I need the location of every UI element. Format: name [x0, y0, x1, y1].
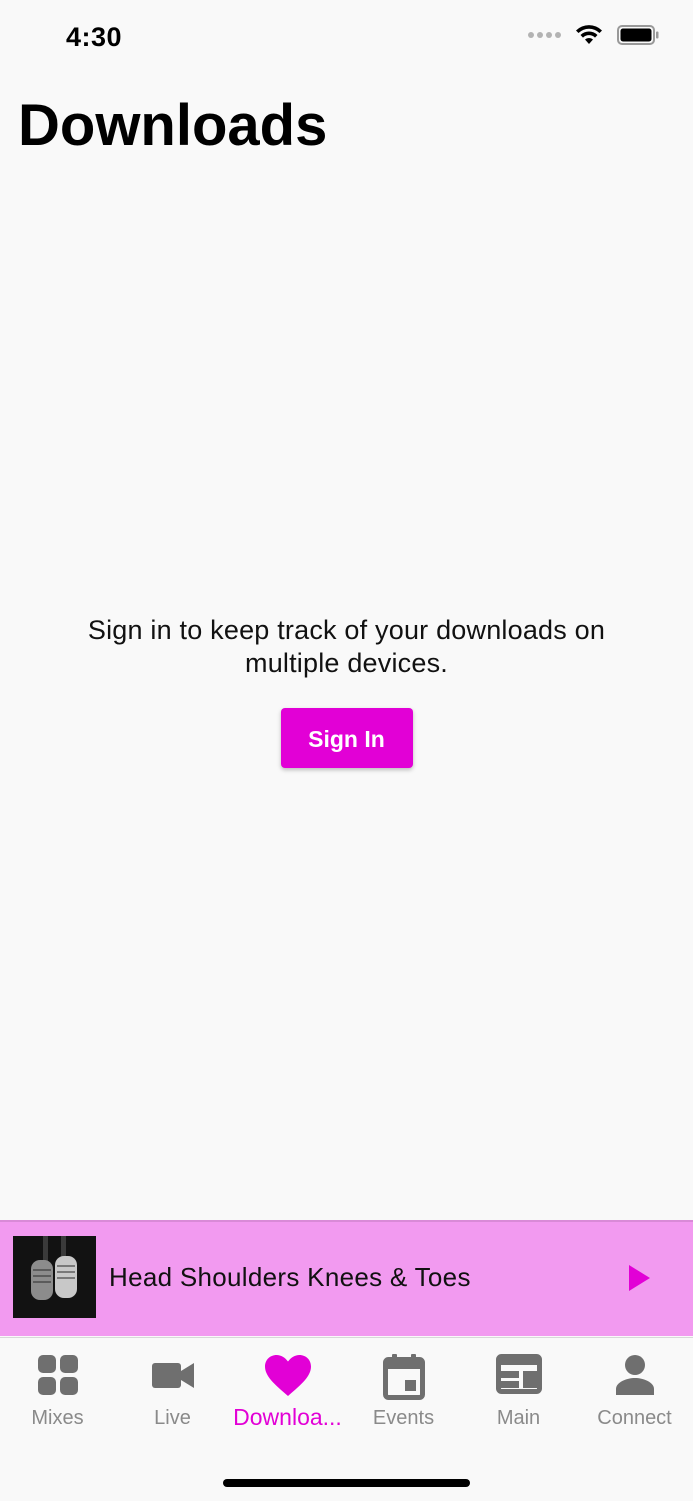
- cellular-signal-icon: [528, 32, 561, 38]
- play-icon[interactable]: [625, 1262, 653, 1294]
- tab-events[interactable]: Events: [346, 1338, 461, 1448]
- person-icon: [615, 1355, 654, 1395]
- status-icons: [528, 24, 659, 46]
- grid-icon: [37, 1355, 78, 1395]
- tab-bar: Mixes Live Downloa... Events Main Connec…: [0, 1337, 693, 1501]
- album-art: [13, 1236, 96, 1318]
- calendar-icon: [382, 1354, 425, 1400]
- tab-live[interactable]: Live: [115, 1338, 230, 1448]
- track-title[interactable]: Head Shoulders Knees & Toes: [109, 1262, 471, 1293]
- video-camera-icon: [151, 1363, 194, 1388]
- tab-downloads[interactable]: Downloa...: [230, 1338, 345, 1448]
- tab-connect[interactable]: Connect: [577, 1338, 692, 1448]
- tab-mixes[interactable]: Mixes: [0, 1338, 115, 1448]
- tab-main[interactable]: Main: [461, 1338, 576, 1448]
- home-indicator: [223, 1479, 470, 1487]
- empty-state: Sign in to keep track of your downloads …: [0, 614, 693, 768]
- sign-in-prompt: Sign in to keep track of your downloads …: [87, 615, 606, 678]
- status-time: 4:30: [66, 22, 123, 52]
- tab-label: Connect: [597, 1407, 672, 1429]
- web-layout-icon: [495, 1354, 542, 1394]
- tab-label: Live: [154, 1407, 191, 1429]
- heart-icon: [264, 1355, 311, 1396]
- mini-player[interactable]: Head Shoulders Knees & Toes: [0, 1220, 693, 1336]
- wifi-icon: [576, 25, 602, 44]
- tab-label: Events: [372, 1407, 435, 1429]
- tab-label: Main: [496, 1407, 541, 1429]
- page-title: Downloads: [18, 93, 328, 158]
- status-bar: 4:30: [0, 0, 693, 76]
- sign-in-button[interactable]: Sign In: [280, 708, 413, 768]
- tab-label: Downloa...: [233, 1404, 342, 1430]
- battery-icon: [617, 25, 659, 45]
- tab-label: Mixes: [31, 1407, 84, 1429]
